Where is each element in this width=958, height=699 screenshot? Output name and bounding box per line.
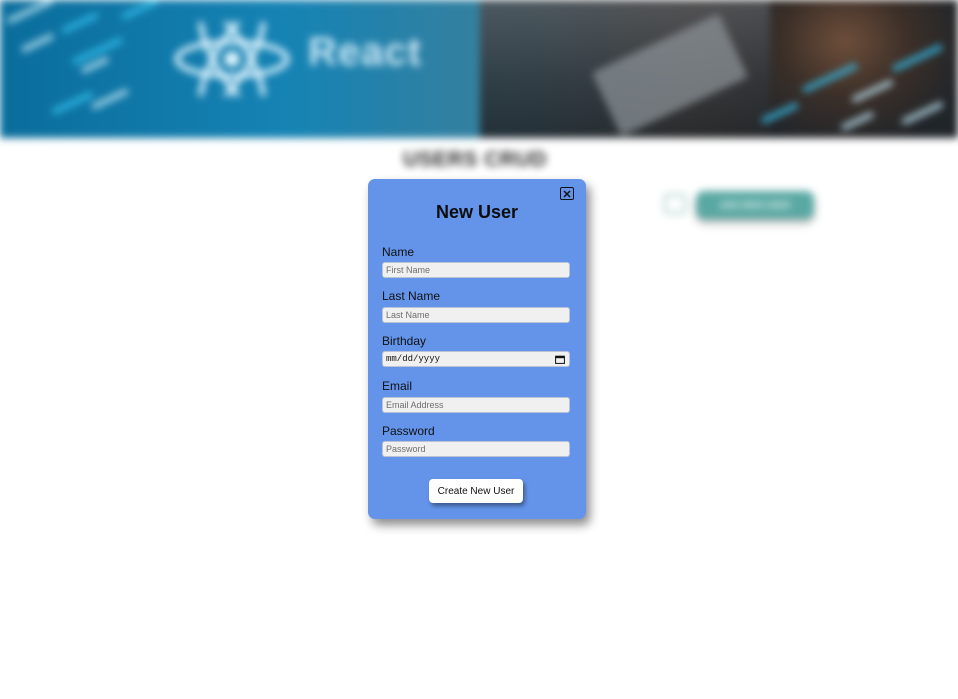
calendar-icon[interactable] bbox=[555, 355, 565, 364]
code-decoration bbox=[20, 32, 55, 54]
code-decoration bbox=[90, 87, 130, 111]
last-name-input[interactable] bbox=[382, 307, 570, 323]
code-decoration bbox=[6, 0, 54, 25]
name-label: Name bbox=[382, 245, 415, 259]
first-name-input[interactable] bbox=[382, 262, 570, 278]
birthday-label: Birthday bbox=[382, 334, 427, 348]
new-user-modal: New User Name Last Name Birthday mm/dd/y… bbox=[368, 179, 586, 519]
email-input[interactable] bbox=[382, 397, 570, 413]
create-new-user-button[interactable]: Create New User bbox=[429, 479, 523, 503]
code-decoration bbox=[50, 90, 95, 116]
close-button[interactable] bbox=[560, 187, 574, 200]
password-input[interactable] bbox=[382, 441, 570, 457]
header-banner: React bbox=[0, 0, 958, 138]
page-title: USERS CRUD bbox=[403, 148, 547, 171]
code-decoration bbox=[60, 11, 100, 35]
birthday-date-input[interactable]: mm/dd/yyyy bbox=[382, 351, 570, 367]
code-decoration bbox=[120, 0, 160, 21]
add-new-user-button: ADD NEW USER bbox=[696, 191, 814, 219]
close-icon bbox=[563, 189, 571, 198]
filter-icon bbox=[664, 194, 686, 214]
email-label: Email bbox=[382, 379, 413, 393]
birthday-date-format: mm/dd/yyyy bbox=[386, 354, 441, 364]
react-logo-icon bbox=[174, 22, 290, 96]
password-label: Password bbox=[382, 424, 435, 438]
last-name-label: Last Name bbox=[382, 289, 441, 303]
react-brand-text: React bbox=[308, 30, 422, 74]
modal-title: New User bbox=[435, 202, 519, 222]
